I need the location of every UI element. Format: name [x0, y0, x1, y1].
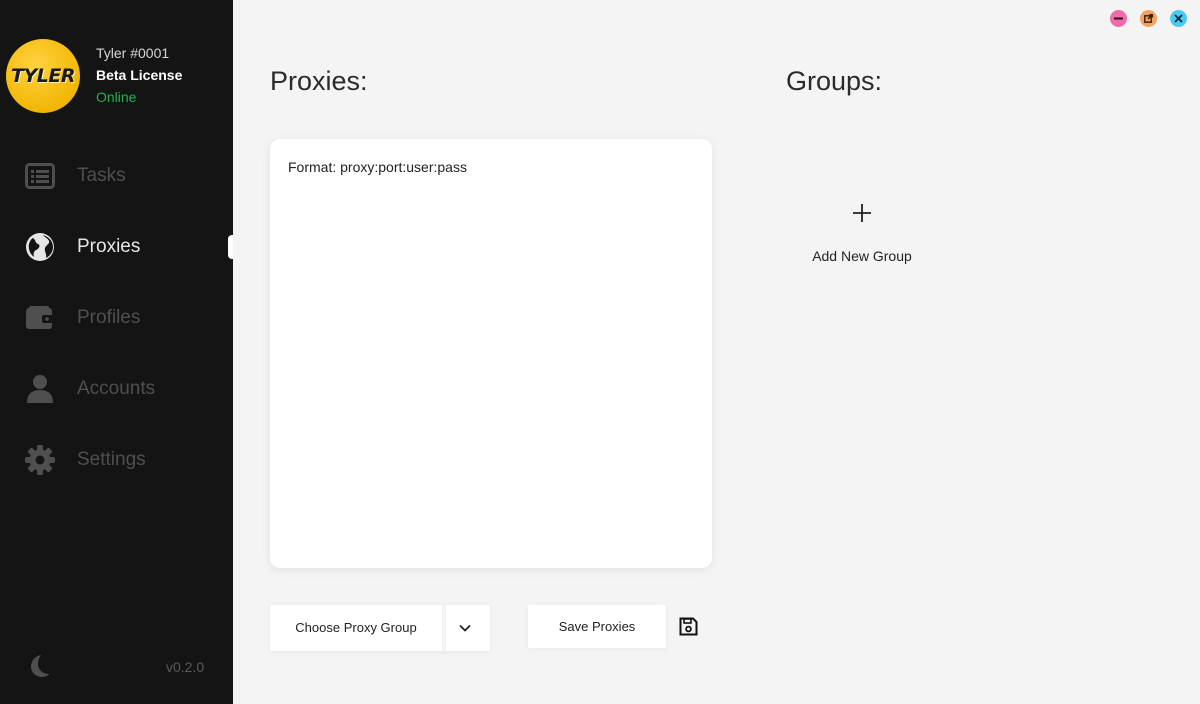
minus-icon — [1114, 17, 1123, 20]
sidebar-item-tasks[interactable]: Tasks — [0, 151, 233, 201]
list-icon — [24, 161, 56, 191]
add-new-group-button[interactable]: Add New Group — [800, 195, 924, 275]
sidebar-item-label: Proxies — [77, 236, 141, 257]
select-divider — [442, 605, 446, 651]
wallet-icon — [24, 303, 56, 333]
close-button[interactable] — [1170, 10, 1187, 27]
sidebar-item-settings[interactable]: Settings — [0, 435, 233, 485]
avatar-logo-text: TYLER — [11, 65, 75, 87]
sidebar-item-accounts[interactable]: Accounts — [0, 364, 233, 414]
sidebar-item-label: Profiles — [77, 307, 141, 328]
user-icon — [24, 374, 56, 404]
add-group-label: Add New Group — [812, 248, 912, 264]
plus-icon — [852, 203, 872, 223]
proxy-list-input[interactable] — [270, 139, 712, 568]
user-name: Tyler #0001 — [96, 45, 170, 61]
moon-icon[interactable] — [27, 654, 51, 678]
avatar: TYLER — [6, 39, 80, 113]
sidebar: TYLER Tyler #0001 Beta License Online Ta… — [0, 0, 233, 704]
page-title: Proxies: — [270, 66, 368, 96]
sidebar-item-profiles[interactable]: Profiles — [0, 293, 233, 343]
active-indicator — [228, 235, 233, 259]
version-label: v0.2.0 — [166, 659, 205, 675]
chevron-down-icon[interactable] — [458, 621, 472, 635]
groups-title: Groups: — [786, 66, 883, 96]
proxy-group-select[interactable]: Choose Proxy Group — [270, 605, 490, 651]
save-icon[interactable] — [679, 617, 698, 636]
license-label: Beta License — [96, 67, 183, 83]
proxy-list-card — [270, 139, 712, 568]
globe-icon — [24, 232, 56, 262]
save-proxies-button[interactable]: Save Proxies — [528, 605, 666, 648]
sidebar-item-proxies[interactable]: Proxies — [0, 222, 233, 272]
status-label: Online — [96, 89, 137, 105]
gear-icon — [24, 445, 56, 475]
external-window-icon — [1144, 14, 1153, 23]
sidebar-item-label: Tasks — [77, 165, 126, 186]
sidebar-item-label: Settings — [77, 449, 146, 470]
maximize-button[interactable] — [1140, 10, 1157, 27]
proxy-group-select-label: Choose Proxy Group — [295, 620, 417, 635]
close-icon — [1174, 14, 1183, 23]
minimize-button[interactable] — [1110, 10, 1127, 27]
sidebar-item-label: Accounts — [77, 378, 156, 399]
